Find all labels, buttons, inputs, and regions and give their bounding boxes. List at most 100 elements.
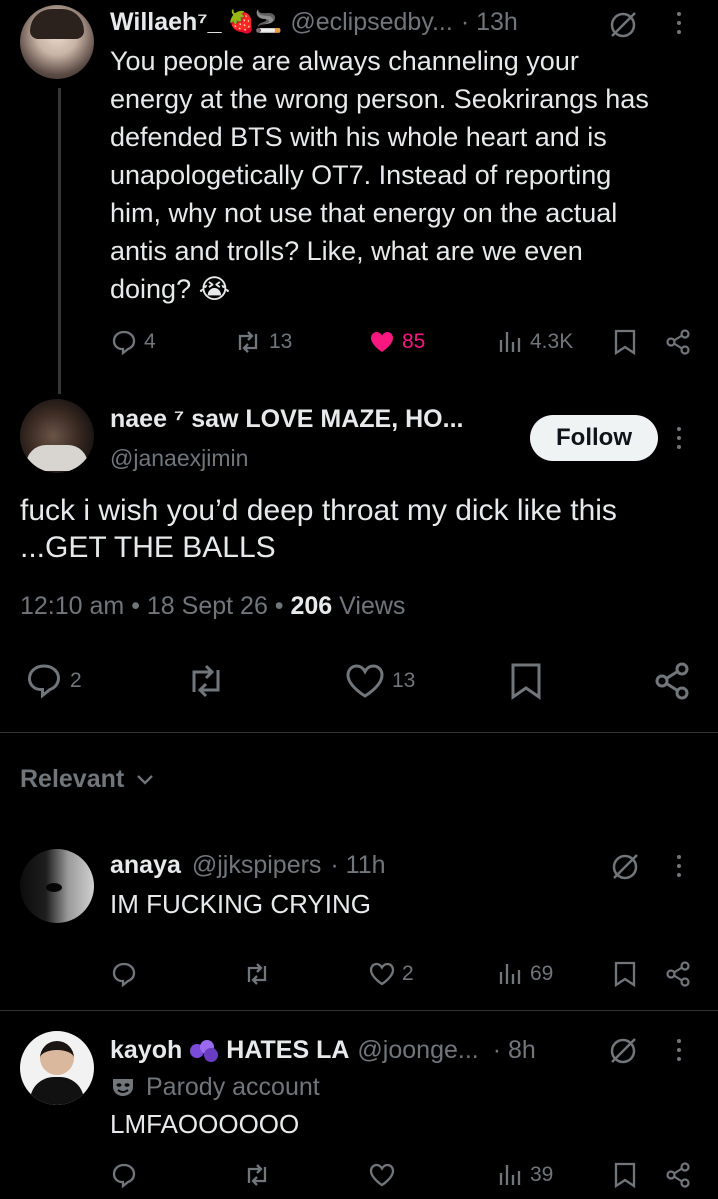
like-button[interactable]: 85	[368, 328, 425, 356]
repost-icon	[238, 331, 258, 353]
repost-icon	[247, 1164, 267, 1186]
share-button[interactable]	[664, 328, 692, 356]
display-name[interactable]: Willaeh⁷_	[110, 6, 222, 38]
more-icon[interactable]	[674, 855, 684, 877]
more-icon[interactable]	[674, 12, 684, 34]
views-label: Views	[339, 592, 406, 620]
reply-button[interactable]: 2	[24, 661, 82, 701]
reply-count: 2	[70, 669, 82, 692]
reply-button[interactable]: 4	[110, 328, 156, 356]
bookmark-icon	[511, 663, 541, 700]
views-button[interactable]: 4.3K	[498, 328, 573, 356]
handle[interactable]: @jjkspipers	[192, 851, 322, 879]
avatar[interactable]	[20, 5, 94, 79]
follow-button[interactable]: Follow	[530, 415, 658, 461]
reply-text: LMFAOOOOOO	[110, 1109, 300, 1139]
name-emojis: 🍓🚬	[227, 9, 283, 34]
repost-button[interactable]: 13	[233, 328, 292, 356]
views-count: 69	[530, 962, 554, 985]
like-count: 13	[392, 669, 416, 692]
heart-icon	[369, 1163, 395, 1187]
avatar[interactable]	[20, 1031, 94, 1105]
bookmark-icon	[614, 961, 636, 988]
bookmark-button[interactable]	[612, 960, 638, 988]
heart-icon	[369, 962, 395, 986]
tweet-text: fuck i wish you’d deep throat my dick li…	[20, 494, 617, 564]
bookmark-icon	[614, 329, 636, 356]
grapes-emoji	[190, 1038, 220, 1062]
timestamp[interactable]: · 11h	[330, 851, 385, 879]
views-button[interactable]: 69	[498, 960, 553, 988]
action-bar: 4 13 85 4.3K	[0, 326, 718, 358]
avatar[interactable]	[20, 399, 94, 473]
share-icon	[666, 329, 690, 355]
handle[interactable]: @joonge...	[357, 1034, 478, 1066]
tweet-meta: 12:10 am • 18 Sept 26 • 206 Views	[20, 592, 406, 620]
repost-button[interactable]	[242, 1161, 272, 1189]
reply-icon	[112, 1163, 136, 1189]
handle[interactable]: @eclipsedby...	[290, 6, 453, 38]
action-bar: 2 69	[0, 958, 718, 990]
reply-button[interactable]	[110, 1161, 138, 1189]
repost-button[interactable]	[184, 661, 228, 701]
reply-icon	[112, 330, 136, 356]
share-button[interactable]	[652, 661, 692, 701]
display-name[interactable]: naee ⁷ saw LOVE MAZE, HO...	[110, 405, 463, 433]
handle[interactable]: @janaexjimin	[110, 443, 248, 473]
grok-icon[interactable]	[606, 1034, 640, 1073]
display-name[interactable]: kayoh	[110, 1034, 182, 1066]
bookmark-button[interactable]	[612, 1161, 638, 1189]
avatar[interactable]	[20, 849, 94, 923]
reply-button[interactable]	[110, 960, 138, 988]
share-icon	[655, 662, 689, 700]
tweet-time[interactable]: 12:10 am	[20, 592, 124, 620]
timestamp[interactable]: · 8h	[493, 1034, 536, 1066]
avatar-eye	[46, 883, 62, 892]
tweet-date[interactable]: 18 Sept 26	[147, 592, 268, 620]
avatar-face	[40, 1041, 74, 1075]
avatar-hair	[30, 9, 84, 39]
views-button[interactable]: 39	[498, 1161, 553, 1189]
reply-count: 4	[144, 330, 156, 353]
share-button[interactable]	[664, 960, 692, 988]
views-icon	[499, 964, 521, 984]
share-icon	[666, 961, 690, 987]
share-icon	[666, 1162, 690, 1188]
sort-dropdown[interactable]: Relevant	[20, 762, 156, 796]
like-button[interactable]: 2	[368, 960, 414, 988]
like-count: 85	[402, 330, 426, 353]
repost-button[interactable]	[242, 960, 272, 988]
more-icon[interactable]	[674, 427, 684, 449]
like-button[interactable]: 13	[344, 661, 415, 701]
parody-mask-icon	[113, 1079, 133, 1096]
display-name-extra[interactable]: HATES LA	[226, 1034, 349, 1066]
sort-label: Relevant	[20, 765, 125, 793]
divider	[0, 1010, 718, 1011]
chevron-down-icon	[137, 775, 154, 785]
repost-icon	[247, 963, 267, 985]
like-button[interactable]	[368, 1161, 396, 1189]
share-button[interactable]	[664, 1161, 692, 1189]
bookmark-button[interactable]	[508, 661, 544, 701]
views-count[interactable]: 206	[291, 592, 333, 620]
avatar-body	[30, 1077, 84, 1105]
like-count: 2	[402, 962, 414, 985]
views-count: 4.3K	[530, 330, 574, 353]
avatar-shirt	[26, 445, 88, 471]
repost-count: 13	[269, 330, 293, 353]
grok-icon[interactable]	[608, 850, 642, 889]
heart-icon	[346, 664, 384, 698]
parody-badge: Parody account	[146, 1073, 320, 1101]
action-bar: 2 13	[0, 660, 718, 702]
timestamp[interactable]: · 13h	[461, 6, 518, 38]
reply-icon	[112, 962, 136, 988]
display-name[interactable]: anaya	[110, 851, 181, 879]
bookmark-icon	[614, 1162, 636, 1189]
views-icon	[499, 332, 521, 352]
more-icon[interactable]	[674, 1039, 684, 1061]
bookmark-button[interactable]	[612, 328, 638, 356]
reply-text: IM FUCKING CRYING	[110, 889, 371, 919]
views-count: 39	[530, 1163, 554, 1186]
tweet-text: You people are always channeling your en…	[110, 46, 649, 304]
heart-filled-icon	[371, 332, 393, 352]
